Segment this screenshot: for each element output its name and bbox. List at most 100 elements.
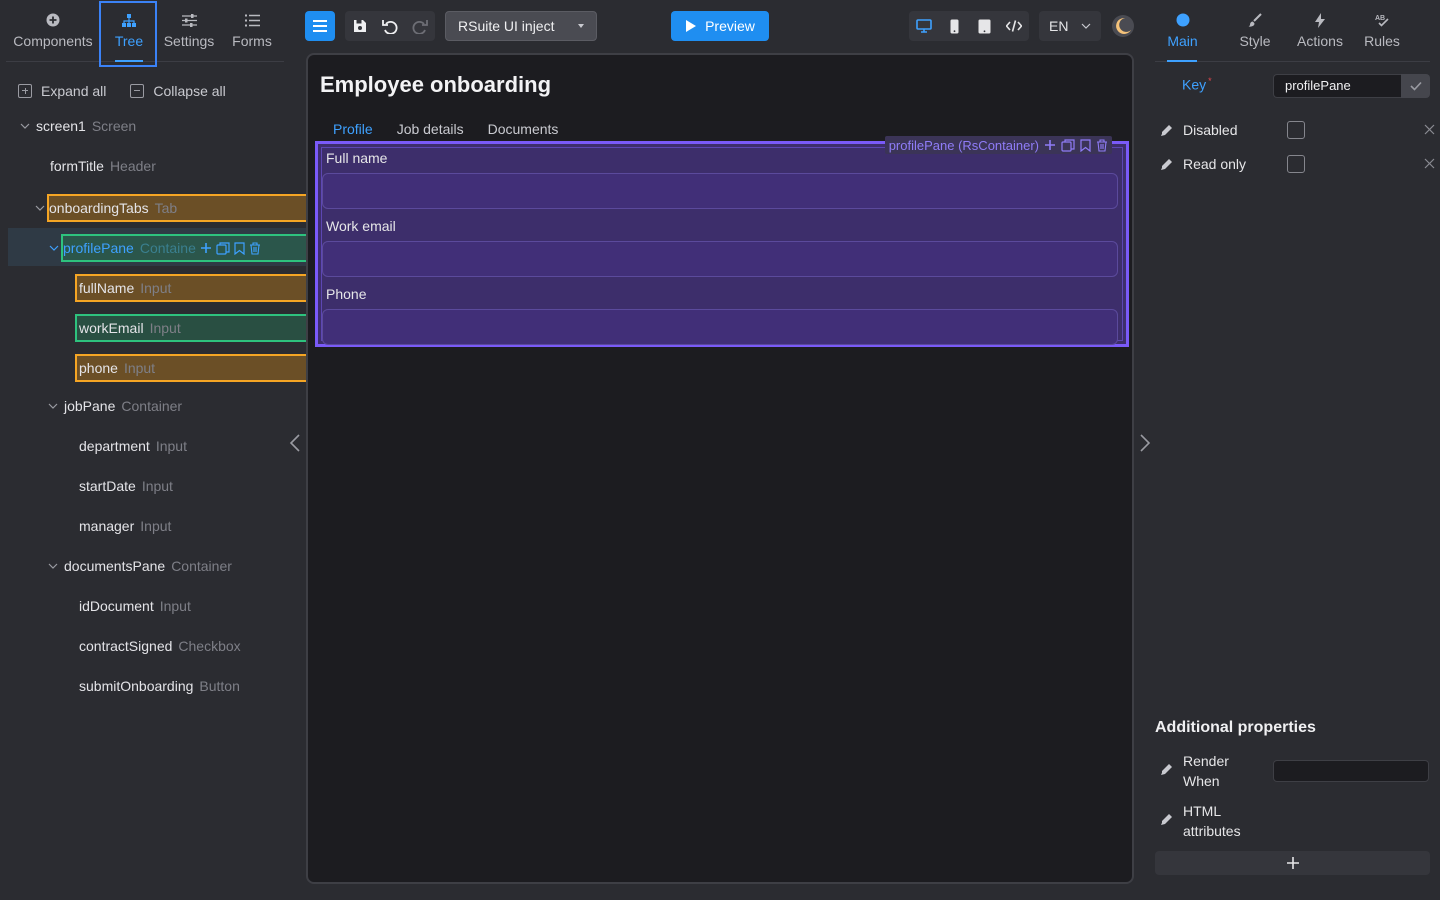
save-button[interactable] [345,11,375,41]
tree-node-onboardingTabs[interactable]: onboardingTabs Tab [35,194,314,222]
tree-node-jobPane[interactable]: jobPane Container [48,392,182,420]
add-icon[interactable] [200,242,212,254]
language-select[interactable]: EN [1039,11,1101,41]
redo-button[interactable] [405,11,435,41]
pencil-icon[interactable] [1159,124,1173,137]
mobile-view-button[interactable] [939,11,969,41]
tab-tree[interactable]: Tree [100,0,158,62]
pencil-icon[interactable] [1159,813,1173,841]
collapse-left-panel-chevron-icon[interactable] [289,433,301,453]
theme-select[interactable]: RSuite UI inject [445,11,597,41]
form-tab-job-details[interactable]: Job details [385,121,476,137]
menu-button[interactable] [305,11,335,41]
prop-disabled: Disabled [1159,117,1435,143]
tree-node-idDocument[interactable]: idDocument Input [79,592,191,620]
readonly-checkbox[interactable] [1287,155,1305,173]
collapse-all-label: Collapse all [153,83,226,99]
desktop-view-button[interactable] [909,11,939,41]
form-title: Employee onboarding [320,72,552,97]
chevron-down-icon[interactable] [48,401,58,411]
code-view-button[interactable] [999,11,1029,41]
tab-components[interactable]: Components [6,0,100,62]
tree-actions: Expand all Collapse all [18,83,250,99]
tab-style[interactable]: Style [1235,0,1275,62]
tree-node-label: formTitle [50,158,104,174]
key-confirm-button[interactable] [1401,74,1430,98]
collapse-all-button[interactable]: Collapse all [130,83,226,99]
disabled-checkbox[interactable] [1287,121,1305,139]
expand-all-button[interactable]: Expand all [18,83,106,99]
key-input[interactable]: profilePane [1273,74,1401,98]
phone-input[interactable] [322,309,1118,345]
tree-node-phone[interactable]: phone Input [75,354,314,382]
trash-icon[interactable] [249,241,261,255]
theme-select-value: RSuite UI inject [458,18,555,34]
tab-actions[interactable]: Actions [1290,0,1350,62]
tree-node-startDate[interactable]: startDate Input [79,472,173,500]
render-when-input[interactable] [1273,760,1429,782]
sliders-icon [181,12,197,28]
chevron-down-icon[interactable] [48,561,58,571]
theme-toggle-button[interactable] [1111,11,1135,41]
field-label: Work email [326,218,396,234]
pencil-icon[interactable] [1159,763,1173,791]
expand-all-label: Expand all [41,83,107,99]
device-switcher [909,11,1029,41]
tree-node-workEmail[interactable]: workEmail Input [75,314,314,342]
tree-node-manager[interactable]: manager Input [79,512,171,540]
clear-disabled-close-icon[interactable] [1424,124,1435,135]
plus-square-icon [18,84,32,98]
undo-button[interactable] [375,11,405,41]
design-canvas[interactable]: Employee onboarding Profile Job details … [306,53,1134,884]
tablet-view-button[interactable] [969,11,999,41]
tree-node-type: Button [199,678,240,694]
selected-container-profile-pane[interactable]: profilePane (RsContainer) Full name Work… [315,136,1129,347]
full-name-input[interactable] [322,173,1118,209]
key-label-text: Key [1182,76,1207,93]
tree-node-type: Screen [91,118,137,134]
render-when-label: Render When [1183,751,1229,791]
form-tab-profile[interactable]: Profile [321,121,385,137]
tree-node-label: startDate [79,478,136,494]
bookmark-icon[interactable] [234,241,245,255]
tab-main[interactable]: Main [1135,0,1230,62]
tab-forms[interactable]: Forms [220,0,284,62]
prop-readonly: Read only [1159,151,1435,177]
tree-node-type: Input [140,518,172,534]
tree-node-screen1[interactable]: screen1 Screen [20,112,136,140]
tree-node-label: submitOnboarding [79,678,194,694]
tree-node-contractSigned[interactable]: contractSigned Checkbox [79,632,241,660]
tree-node-label: department [79,438,150,454]
tree-node-profilePane[interactable]: profilePane Containe [49,234,314,262]
copy-icon[interactable] [216,241,230,255]
chevron-down-icon[interactable] [35,203,45,213]
tree-node-submitOnboarding[interactable]: submitOnboarding Button [79,672,240,700]
tree-node-documentsPane[interactable]: documentsPane Container [48,552,232,580]
additional-properties-heading: Additional properties [1155,719,1316,736]
minus-square-icon [130,84,145,98]
node-tools [200,241,261,255]
chevron-down-icon[interactable] [20,121,30,131]
tree-node-department[interactable]: department Input [79,432,187,460]
tab-settings[interactable]: Settings [158,0,220,62]
tree-node-type: Input [149,320,181,336]
plus-circle-icon [45,12,61,28]
preview-button[interactable]: Preview [671,11,769,41]
tab-rules-label: Rules [1364,33,1400,49]
chevron-down-icon[interactable] [49,243,59,253]
clear-readonly-close-icon[interactable] [1424,158,1435,169]
add-attribute-button[interactable] [1155,851,1430,875]
form-tab-documents[interactable]: Documents [476,121,571,137]
spellcheck-icon: AB [1374,12,1390,28]
tab-settings-label: Settings [163,33,215,49]
prop-html-attributes: HTML attributes [1159,801,1435,841]
pencil-icon[interactable] [1159,158,1173,171]
tree-node-label: idDocument [79,598,154,614]
work-email-input[interactable] [322,241,1118,277]
tree-node-type: Container [171,558,232,574]
tree-node-formTitle[interactable]: formTitle Header [50,152,156,180]
tab-rules[interactable]: AB Rules [1360,0,1404,62]
tree-node-fullName[interactable]: fullName Input [75,274,314,302]
code-icon [1006,20,1022,32]
circle-icon [1175,12,1191,28]
